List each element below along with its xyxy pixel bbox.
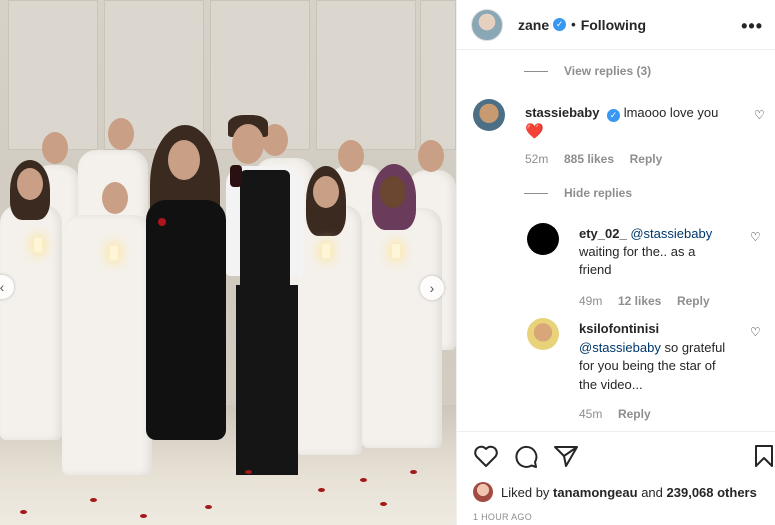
petal — [205, 505, 212, 509]
post-photo[interactable]: ‹ › — [0, 0, 456, 525]
view-replies-label[interactable]: View replies (3) — [564, 64, 651, 78]
replier-avatar[interactable] — [527, 318, 559, 350]
reply-button[interactable]: Reply — [618, 407, 651, 421]
likes-count[interactable]: 239,068 others — [667, 485, 757, 500]
liked-by-label: Liked by — [501, 484, 550, 500]
reply-body: ksilofontinisi @stassiebaby so grateful … — [579, 320, 749, 394]
reply-text: the video... — [579, 376, 643, 392]
author-username[interactable]: zane — [518, 17, 549, 33]
candle — [322, 244, 330, 258]
wall-panel — [316, 0, 416, 150]
divider-line — [524, 71, 548, 73]
comment-time: 52m — [525, 152, 549, 166]
comment-meta: 52m 885 likes Reply — [525, 151, 662, 166]
share-paper-plane-icon[interactable] — [553, 444, 579, 468]
reply-mention[interactable]: @stassiebaby — [579, 340, 661, 355]
choir-head — [108, 118, 134, 150]
black-dress — [146, 200, 226, 440]
comment-bubble-icon[interactable] — [513, 444, 539, 470]
black-trousers — [236, 285, 298, 475]
petal — [318, 488, 325, 492]
petal — [410, 470, 417, 474]
post-timestamp[interactable]: 1 HOUR AGO — [473, 512, 532, 522]
man-head — [232, 124, 264, 164]
choir-robe — [62, 215, 152, 475]
post-actions: Liked by tanamongeau and 239,068 others … — [457, 431, 775, 525]
candle — [392, 244, 400, 258]
replier-avatar[interactable] — [527, 223, 559, 255]
verified-badge-icon: ✓ — [607, 109, 621, 122]
comments-list[interactable]: View replies (3) stassiebaby ✓ lmaooo lo… — [457, 51, 775, 431]
reply-username[interactable]: ety_02_ — [579, 226, 627, 241]
verified-badge-icon: ✓ — [553, 18, 567, 31]
petal — [245, 470, 252, 474]
red-heart-emoji: ❤️ — [525, 123, 544, 140]
microphone-icon — [230, 165, 242, 187]
choir-head — [313, 176, 339, 208]
reply-meta: 49m 12 likes Reply — [579, 293, 710, 308]
reply-mention[interactable]: @stassiebaby — [630, 226, 712, 241]
choir-head — [338, 140, 364, 172]
reply-text: waiting for the.. as a — [579, 244, 696, 259]
choir-robe — [362, 208, 442, 448]
hide-replies-toggle[interactable]: Hide replies — [524, 185, 632, 200]
rose-icon — [158, 218, 166, 226]
like-reply-heart-icon[interactable]: ♡ — [750, 325, 761, 339]
separator-dot: • — [571, 17, 576, 32]
choir-head — [17, 168, 43, 200]
wall-panel — [420, 0, 456, 150]
reply-button[interactable]: Reply — [630, 152, 663, 166]
save-bookmark-icon[interactable] — [754, 444, 774, 468]
liked-by-and: and — [641, 484, 663, 500]
reply-username[interactable]: ksilofontinisi — [579, 321, 659, 336]
reply-button[interactable]: Reply — [677, 294, 710, 308]
wall-panel — [8, 0, 98, 150]
petal — [360, 478, 367, 482]
reply-meta: 45m Reply — [579, 406, 651, 421]
petal — [90, 498, 97, 502]
reply-text: friend — [579, 262, 612, 277]
reply-text: so grateful — [664, 339, 726, 355]
candle — [34, 238, 42, 252]
like-reply-heart-icon[interactable]: ♡ — [750, 230, 761, 244]
liked-by-user[interactable]: tanamongeau — [553, 485, 638, 500]
view-replies-toggle[interactable]: View replies (3) — [524, 63, 651, 78]
comment-username[interactable]: stassiebaby — [525, 105, 599, 120]
post-header: zane ✓ • Following ••• — [457, 0, 775, 50]
reply-time: 49m — [579, 294, 603, 308]
author-avatar[interactable] — [471, 8, 503, 41]
petal — [20, 510, 27, 514]
choir-head — [102, 182, 128, 214]
comment-body: stassiebaby ✓ lmaooo love you ❤️ — [525, 103, 745, 141]
following-button[interactable]: Following — [581, 17, 646, 33]
more-options-icon[interactable]: ••• — [741, 16, 763, 37]
liker-avatar[interactable] — [473, 482, 493, 502]
commenter-avatar[interactable] — [473, 99, 505, 131]
candle — [110, 246, 118, 260]
post-side-panel: zane ✓ • Following ••• View replies (3) … — [456, 0, 775, 525]
petal — [140, 514, 147, 518]
reply-body: ety_02_ @stassiebaby waiting for the.. a… — [579, 225, 744, 279]
liked-by-row: Liked by tanamongeau and 239,068 others — [473, 482, 757, 502]
black-vest — [240, 170, 290, 290]
choir-head — [42, 132, 68, 164]
petal — [380, 502, 387, 506]
hide-replies-label[interactable]: Hide replies — [564, 186, 632, 200]
comment-likes[interactable]: 885 likes — [564, 152, 614, 166]
choir-robe — [296, 205, 362, 455]
like-heart-icon[interactable] — [473, 444, 499, 468]
choir-robe — [0, 205, 62, 440]
woman-head — [168, 140, 200, 180]
divider-line — [524, 193, 548, 195]
carousel-next-button[interactable]: › — [420, 276, 444, 300]
reply-time: 45m — [579, 407, 603, 421]
reply-text: for you being the star of — [579, 358, 716, 373]
reply-likes[interactable]: 12 likes — [618, 294, 661, 308]
like-comment-heart-icon[interactable]: ♡ — [754, 108, 765, 122]
choir-head — [380, 176, 406, 208]
comment-text: lmaooo love you — [623, 105, 719, 120]
choir-head — [418, 140, 444, 172]
